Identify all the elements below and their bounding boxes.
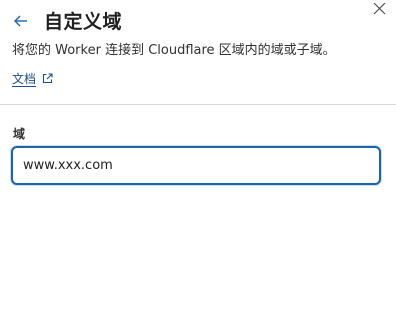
custom-domain-panel: 自定义域 将您的 Worker 连接到 Cloudflare 区域内的域或子域。…: [0, 0, 396, 317]
docs-link[interactable]: 文档: [12, 70, 53, 87]
panel-header: 自定义域: [14, 7, 122, 34]
external-link-icon: [42, 73, 53, 84]
panel-description: 将您的 Worker 连接到 Cloudflare 区域内的域或子域。: [12, 43, 336, 58]
arrow-left-icon: [14, 15, 27, 26]
close-button[interactable]: [372, 0, 386, 15]
page-title: 自定义域: [44, 11, 123, 33]
close-icon: [373, 2, 386, 15]
back-button[interactable]: [14, 13, 30, 29]
domain-field-label: 域: [13, 127, 26, 141]
docs-link-label: 文档: [12, 72, 37, 86]
domain-input[interactable]: [13, 148, 379, 183]
domain-field-wrapper: [11, 146, 381, 185]
section-divider: [0, 104, 396, 105]
